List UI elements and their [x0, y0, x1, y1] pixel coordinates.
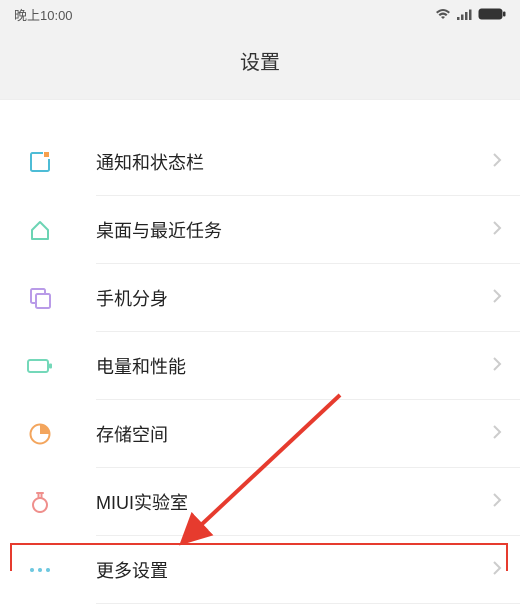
battery-icon [478, 8, 506, 20]
item-label: 桌面与最近任务 [96, 217, 492, 243]
list-item-storage[interactable]: 存储空间 [0, 400, 520, 468]
item-label: 通知和状态栏 [96, 149, 492, 175]
more-icon [26, 556, 54, 584]
item-label: MIUI实验室 [96, 489, 492, 515]
list-item-more-settings[interactable]: 更多设置 [0, 536, 520, 604]
chevron-right-icon [492, 560, 502, 581]
notification-icon [26, 148, 54, 176]
page-title: 设置 [0, 28, 520, 100]
chevron-right-icon [492, 152, 502, 173]
item-label: 手机分身 [96, 285, 492, 311]
chevron-right-icon [492, 288, 502, 309]
item-label: 更多设置 [96, 557, 492, 583]
status-bar: 晚上10:00 [0, 0, 520, 28]
list-item-miui-lab[interactable]: MIUI实验室 [0, 468, 520, 536]
list-item-second-space[interactable]: 手机分身 [0, 264, 520, 332]
chevron-right-icon [492, 424, 502, 445]
list-item-battery[interactable]: 电量和性能 [0, 332, 520, 400]
status-icons [435, 8, 506, 20]
list-item-desktop[interactable]: 桌面与最近任务 [0, 196, 520, 264]
flask-icon [26, 488, 54, 516]
status-time: 晚上10:00 [14, 5, 73, 24]
item-label: 存储空间 [96, 421, 492, 447]
list-item-notification[interactable]: 通知和状态栏 [0, 128, 520, 196]
item-label: 电量和性能 [96, 353, 492, 379]
spacer [0, 100, 520, 128]
chevron-right-icon [492, 356, 502, 377]
home-icon [26, 216, 54, 244]
battery-perf-icon [26, 352, 54, 380]
signal-icon [457, 9, 472, 20]
storage-icon [26, 420, 54, 448]
settings-list: 通知和状态栏 桌面与最近任务 手机分身 电量和性能 [0, 128, 520, 604]
copy-icon [26, 284, 54, 312]
chevron-right-icon [492, 220, 502, 241]
chevron-right-icon [492, 492, 502, 513]
wifi-icon [435, 8, 451, 20]
